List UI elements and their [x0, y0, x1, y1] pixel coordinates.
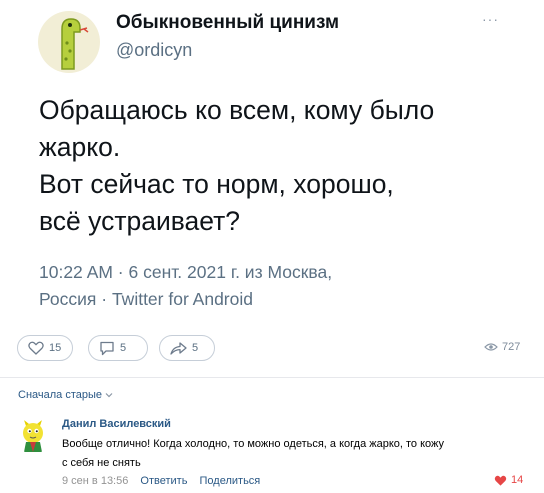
share-button[interactable]: 5: [159, 335, 215, 361]
sort-label: Сначала старые: [18, 389, 103, 401]
author-name[interactable]: Обыкновенный цинизм: [116, 12, 339, 34]
comment-like-count: 14: [511, 474, 524, 486]
tweet-location: Россия: [39, 289, 97, 309]
share-arrow-icon: [170, 342, 187, 355]
tweet-text: Обращаюсь ко всем, кому было жарко. Вот …: [39, 92, 529, 240]
cartoon-character-avatar-icon: [23, 420, 43, 452]
comment-author[interactable]: Данил Василевский: [62, 418, 171, 430]
comment-footer: 9 сен в 13:56 Ответить Поделиться: [62, 475, 260, 487]
eye-icon: [484, 343, 498, 351]
views-count: 727: [502, 341, 521, 353]
author-avatar[interactable]: [38, 11, 100, 73]
comment-share-link[interactable]: Поделиться: [200, 475, 261, 487]
share-count: 5: [192, 342, 199, 354]
comment-count: 5: [120, 342, 127, 354]
like-button[interactable]: 15: [17, 335, 73, 361]
tweet-meta: 10:22 AM · 6 сент. 2021 г. из Москва, Ро…: [39, 259, 509, 313]
heart-filled-icon: [494, 475, 507, 486]
tweet-source-link[interactable]: Twitter for Android: [112, 289, 253, 309]
comment-text-line: с себя не снять: [62, 457, 141, 469]
like-count: 15: [49, 342, 62, 354]
comment-avatar[interactable]: [15, 418, 51, 454]
comment-text-line: Вообще отлично! Когда холодно, то можно …: [62, 438, 445, 450]
comment-button[interactable]: 5: [88, 335, 148, 361]
tweet-text-line: всё устраивает?: [39, 206, 241, 236]
heart-outline-icon: [28, 341, 44, 355]
comment-like-button[interactable]: 14: [494, 474, 523, 486]
tweet-meta-line-2: Россия · Twitter for Android: [39, 286, 509, 313]
comment-time: 9 сен в 13:56: [62, 475, 129, 487]
comments-sort-dropdown[interactable]: Сначала старые: [18, 389, 113, 401]
author-handle[interactable]: @ordicyn: [116, 40, 192, 61]
comment-reply-link[interactable]: Ответить: [140, 475, 187, 487]
meta-separator: ·: [96, 289, 112, 309]
chevron-down-icon: [105, 393, 113, 398]
tweet-text-line: Вот сейчас то норм, хорошо,: [39, 169, 394, 199]
comment-text: Вообще отлично! Когда холодно, то можно …: [62, 435, 532, 473]
comments-divider: [0, 377, 544, 378]
tweet-text-line: Обращаюсь ко всем, кому было: [39, 95, 435, 125]
views-counter: 727: [484, 341, 520, 353]
more-options-icon[interactable]: ···: [482, 12, 499, 26]
tweet-timestamp: 10:22 AM · 6 сент. 2021 г. из Москва,: [39, 262, 333, 282]
snake-logo-icon: [61, 18, 89, 70]
tweet-text-line: жарко.: [39, 132, 121, 162]
comment-bubble-icon: [100, 341, 114, 355]
